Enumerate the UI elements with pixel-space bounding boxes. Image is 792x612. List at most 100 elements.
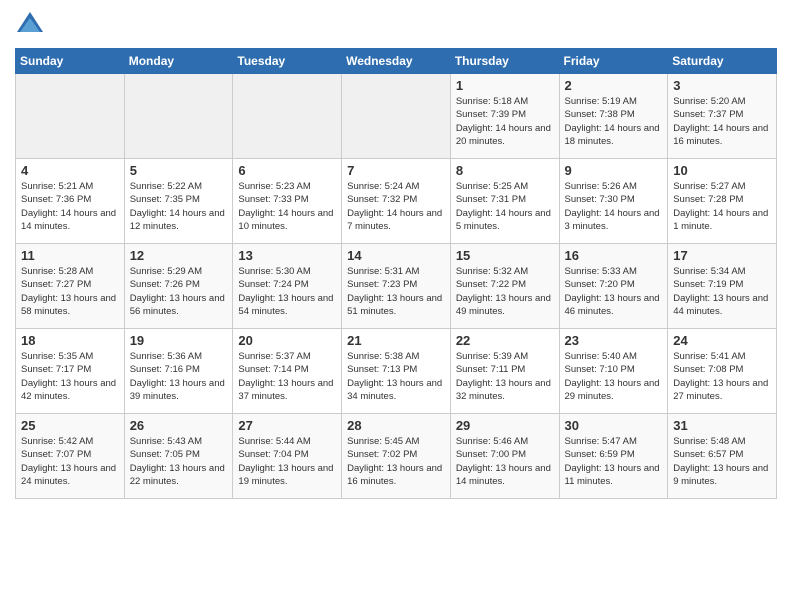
calendar-week-row: 25 Sunrise: 5:42 AM Sunset: 7:07 PM Dayli…: [16, 414, 777, 499]
day-header-sunday: Sunday: [16, 49, 125, 74]
day-info: Sunrise: 5:39 AM Sunset: 7:11 PM Dayligh…: [456, 350, 554, 403]
day-number: 29: [456, 418, 554, 433]
calendar-cell: 28 Sunrise: 5:45 AM Sunset: 7:02 PM Dayli…: [342, 414, 451, 499]
day-info: Sunrise: 5:36 AM Sunset: 7:16 PM Dayligh…: [130, 350, 228, 403]
day-info: Sunrise: 5:22 AM Sunset: 7:35 PM Dayligh…: [130, 180, 228, 233]
day-info: Sunrise: 5:41 AM Sunset: 7:08 PM Dayligh…: [673, 350, 771, 403]
calendar-cell: 27 Sunrise: 5:44 AM Sunset: 7:04 PM Dayli…: [233, 414, 342, 499]
day-header-friday: Friday: [559, 49, 668, 74]
day-info: Sunrise: 5:42 AM Sunset: 7:07 PM Dayligh…: [21, 435, 119, 488]
day-info: Sunrise: 5:26 AM Sunset: 7:30 PM Dayligh…: [565, 180, 663, 233]
day-info: Sunrise: 5:47 AM Sunset: 6:59 PM Dayligh…: [565, 435, 663, 488]
day-info: Sunrise: 5:33 AM Sunset: 7:20 PM Dayligh…: [565, 265, 663, 318]
day-number: 28: [347, 418, 445, 433]
day-number: 12: [130, 248, 228, 263]
day-info: Sunrise: 5:35 AM Sunset: 7:17 PM Dayligh…: [21, 350, 119, 403]
calendar-cell: 10 Sunrise: 5:27 AM Sunset: 7:28 PM Dayli…: [668, 159, 777, 244]
day-header-tuesday: Tuesday: [233, 49, 342, 74]
day-number: 21: [347, 333, 445, 348]
calendar-cell: 11 Sunrise: 5:28 AM Sunset: 7:27 PM Dayli…: [16, 244, 125, 329]
calendar-week-row: 11 Sunrise: 5:28 AM Sunset: 7:27 PM Dayli…: [16, 244, 777, 329]
day-number: 18: [21, 333, 119, 348]
day-number: 1: [456, 78, 554, 93]
calendar-cell: 21 Sunrise: 5:38 AM Sunset: 7:13 PM Dayli…: [342, 329, 451, 414]
calendar-header-row: SundayMondayTuesdayWednesdayThursdayFrid…: [16, 49, 777, 74]
day-info: Sunrise: 5:30 AM Sunset: 7:24 PM Dayligh…: [238, 265, 336, 318]
day-info: Sunrise: 5:34 AM Sunset: 7:19 PM Dayligh…: [673, 265, 771, 318]
calendar-cell: 24 Sunrise: 5:41 AM Sunset: 7:08 PM Dayli…: [668, 329, 777, 414]
day-info: Sunrise: 5:28 AM Sunset: 7:27 PM Dayligh…: [21, 265, 119, 318]
day-number: 8: [456, 163, 554, 178]
calendar-cell: 29 Sunrise: 5:46 AM Sunset: 7:00 PM Dayli…: [450, 414, 559, 499]
day-info: Sunrise: 5:48 AM Sunset: 6:57 PM Dayligh…: [673, 435, 771, 488]
day-number: 25: [21, 418, 119, 433]
day-number: 31: [673, 418, 771, 433]
calendar-cell: 31 Sunrise: 5:48 AM Sunset: 6:57 PM Dayli…: [668, 414, 777, 499]
calendar-cell: [124, 74, 233, 159]
calendar-cell: 2Sunrise: 5:19 AM Sunset: 7:38 PM Daylig…: [559, 74, 668, 159]
day-info: Sunrise: 5:24 AM Sunset: 7:32 PM Dayligh…: [347, 180, 445, 233]
calendar-cell: 13 Sunrise: 5:30 AM Sunset: 7:24 PM Dayli…: [233, 244, 342, 329]
calendar-cell: [233, 74, 342, 159]
calendar-week-row: 18 Sunrise: 5:35 AM Sunset: 7:17 PM Dayli…: [16, 329, 777, 414]
calendar-cell: 23 Sunrise: 5:40 AM Sunset: 7:10 PM Dayli…: [559, 329, 668, 414]
day-info: Sunrise: 5:21 AM Sunset: 7:36 PM Dayligh…: [21, 180, 119, 233]
calendar-cell: 12 Sunrise: 5:29 AM Sunset: 7:26 PM Dayli…: [124, 244, 233, 329]
day-info: Sunrise: 5:45 AM Sunset: 7:02 PM Dayligh…: [347, 435, 445, 488]
calendar-cell: [342, 74, 451, 159]
day-info: Sunrise: 5:31 AM Sunset: 7:23 PM Dayligh…: [347, 265, 445, 318]
day-header-thursday: Thursday: [450, 49, 559, 74]
day-info: Sunrise: 5:19 AM Sunset: 7:38 PM Dayligh…: [565, 95, 663, 148]
calendar-cell: 14 Sunrise: 5:31 AM Sunset: 7:23 PM Dayli…: [342, 244, 451, 329]
day-info: Sunrise: 5:38 AM Sunset: 7:13 PM Dayligh…: [347, 350, 445, 403]
day-number: 10: [673, 163, 771, 178]
calendar-cell: 9 Sunrise: 5:26 AM Sunset: 7:30 PM Daylig…: [559, 159, 668, 244]
day-info: Sunrise: 5:40 AM Sunset: 7:10 PM Dayligh…: [565, 350, 663, 403]
day-info: Sunrise: 5:43 AM Sunset: 7:05 PM Dayligh…: [130, 435, 228, 488]
day-header-saturday: Saturday: [668, 49, 777, 74]
calendar-cell: 22 Sunrise: 5:39 AM Sunset: 7:11 PM Dayli…: [450, 329, 559, 414]
day-info: Sunrise: 5:37 AM Sunset: 7:14 PM Dayligh…: [238, 350, 336, 403]
day-number: 30: [565, 418, 663, 433]
day-info: Sunrise: 5:44 AM Sunset: 7:04 PM Dayligh…: [238, 435, 336, 488]
calendar-cell: 19Sunrise: 5:36 AM Sunset: 7:16 PM Dayli…: [124, 329, 233, 414]
logo-icon: [15, 10, 45, 40]
day-number: 13: [238, 248, 336, 263]
calendar-cell: 16 Sunrise: 5:33 AM Sunset: 7:20 PM Dayli…: [559, 244, 668, 329]
day-number: 24: [673, 333, 771, 348]
day-number: 4: [21, 163, 119, 178]
day-number: 15: [456, 248, 554, 263]
day-number: 22: [456, 333, 554, 348]
day-number: 27: [238, 418, 336, 433]
day-number: 16: [565, 248, 663, 263]
calendar-cell: 6Sunrise: 5:23 AM Sunset: 7:33 PM Daylig…: [233, 159, 342, 244]
calendar-cell: 25 Sunrise: 5:42 AM Sunset: 7:07 PM Dayli…: [16, 414, 125, 499]
day-number: 17: [673, 248, 771, 263]
calendar-table: SundayMondayTuesdayWednesdayThursdayFrid…: [15, 48, 777, 499]
day-number: 14: [347, 248, 445, 263]
calendar-cell: 17 Sunrise: 5:34 AM Sunset: 7:19 PM Dayli…: [668, 244, 777, 329]
calendar-cell: 15 Sunrise: 5:32 AM Sunset: 7:22 PM Dayli…: [450, 244, 559, 329]
calendar-cell: 18 Sunrise: 5:35 AM Sunset: 7:17 PM Dayli…: [16, 329, 125, 414]
day-number: 7: [347, 163, 445, 178]
day-number: 3: [673, 78, 771, 93]
calendar-cell: 26Sunrise: 5:43 AM Sunset: 7:05 PM Dayli…: [124, 414, 233, 499]
calendar-cell: 3 Sunrise: 5:20 AM Sunset: 7:37 PM Daylig…: [668, 74, 777, 159]
day-info: Sunrise: 5:27 AM Sunset: 7:28 PM Dayligh…: [673, 180, 771, 233]
day-header-wednesday: Wednesday: [342, 49, 451, 74]
day-info: Sunrise: 5:32 AM Sunset: 7:22 PM Dayligh…: [456, 265, 554, 318]
day-number: 5: [130, 163, 228, 178]
logo: [15, 10, 49, 40]
day-info: Sunrise: 5:23 AM Sunset: 7:33 PM Dayligh…: [238, 180, 336, 233]
day-number: 11: [21, 248, 119, 263]
day-number: 9: [565, 163, 663, 178]
calendar-week-row: 1 Sunrise: 5:18 AM Sunset: 7:39 PM Daylig…: [16, 74, 777, 159]
day-info: Sunrise: 5:18 AM Sunset: 7:39 PM Dayligh…: [456, 95, 554, 148]
day-info: Sunrise: 5:20 AM Sunset: 7:37 PM Dayligh…: [673, 95, 771, 148]
day-info: Sunrise: 5:29 AM Sunset: 7:26 PM Dayligh…: [130, 265, 228, 318]
calendar-cell: 8Sunrise: 5:25 AM Sunset: 7:31 PM Daylig…: [450, 159, 559, 244]
day-number: 23: [565, 333, 663, 348]
day-info: Sunrise: 5:46 AM Sunset: 7:00 PM Dayligh…: [456, 435, 554, 488]
page-header: [15, 10, 777, 40]
day-number: 20: [238, 333, 336, 348]
